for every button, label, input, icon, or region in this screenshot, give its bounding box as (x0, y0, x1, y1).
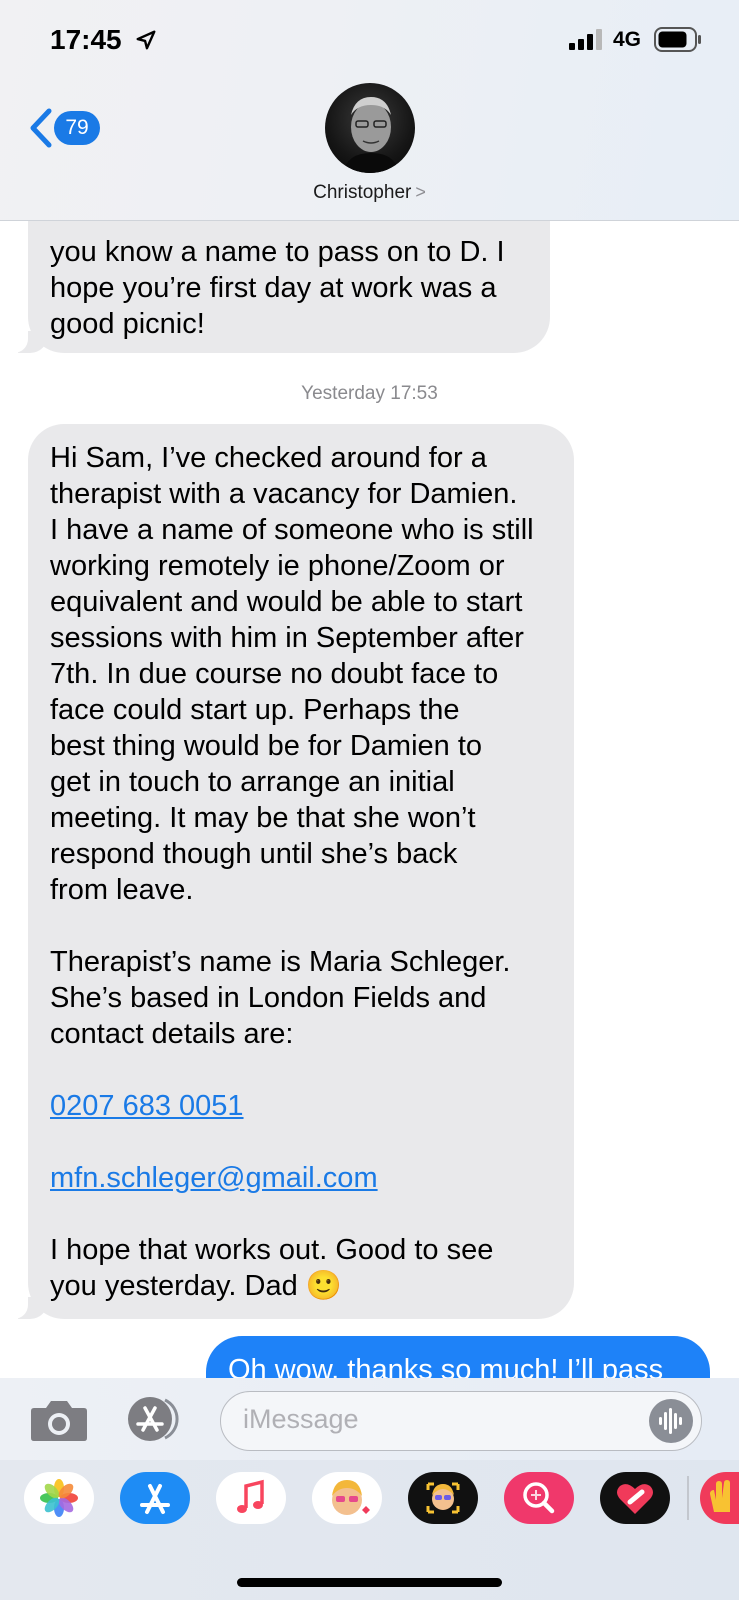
image-search-app-icon[interactable] (504, 1472, 574, 1524)
message-line: 7th. In due course no doubt face to (50, 658, 499, 690)
message-input-bar: iMessage (0, 1378, 739, 1460)
message-line: you yesterday. Dad 🙂 (50, 1270, 342, 1302)
portrait-photo (343, 97, 399, 173)
cellular-signal-icon (569, 29, 602, 50)
message-line: hope you’re first day at work was a (50, 272, 497, 304)
photos-app-icon[interactable] (24, 1472, 94, 1524)
tray-divider (687, 1476, 689, 1520)
message-line: get in touch to arrange an initial (50, 766, 455, 798)
contact-name-button[interactable]: Christopher > (0, 182, 739, 204)
message-line: from leave. (50, 874, 194, 906)
camera-icon[interactable] (30, 1398, 88, 1442)
message-input[interactable]: iMessage (220, 1391, 702, 1451)
message-line: face could start up. Perhaps the (50, 694, 460, 726)
app-store-icon[interactable] (125, 1396, 189, 1442)
app-store-app-icon[interactable] (120, 1472, 190, 1524)
battery-icon (654, 27, 701, 52)
email-link[interactable]: mfn.schleger@gmail.com (50, 1162, 378, 1194)
incoming-message-bubble[interactable]: Hi Sam, I’ve checked around for a therap… (6, 424, 574, 1319)
message-line: respond though until she’s back (50, 838, 458, 870)
location-arrow-icon (136, 30, 156, 50)
animoji-app-icon[interactable] (408, 1472, 478, 1524)
message-line: best thing would be for Damien to (50, 730, 483, 762)
bubble-tail (6, 1297, 48, 1319)
back-chevron-icon[interactable] (28, 108, 54, 148)
chevron-right-icon: > (415, 182, 426, 202)
message-line: equivalent and would be able to start (50, 586, 523, 618)
message-line: I hope that works out. Good to see (50, 1234, 494, 1266)
message-line: meeting. It may be that she won’t (50, 802, 476, 834)
message-line: I have a name of someone who is still (50, 514, 534, 546)
message-line: therapist with a vacancy for Damien. (50, 478, 518, 510)
status-time: 17:45 (50, 24, 122, 55)
message-input-placeholder: iMessage (243, 1404, 359, 1434)
message-line: you know a name to pass on to D. I (50, 236, 505, 268)
contact-name: Christopher (313, 182, 412, 203)
message-thread[interactable]: you know a name to pass on to D. I hope … (0, 0, 739, 1600)
waveform-icon (659, 1408, 682, 1434)
contact-avatar[interactable] (325, 83, 415, 173)
home-indicator[interactable] (237, 1578, 502, 1587)
memoji-app-icon[interactable] (312, 1472, 382, 1524)
audio-message-button[interactable] (649, 1399, 693, 1443)
hand-app-icon[interactable] (700, 1472, 739, 1524)
message-line: good picnic! (50, 308, 205, 340)
message-line: Hi Sam, I’ve checked around for a (50, 442, 487, 474)
message-timestamp: Yesterday 17:53 (301, 383, 438, 404)
music-app-icon[interactable] (216, 1472, 286, 1524)
digital-touch-app-icon[interactable] (600, 1472, 670, 1524)
message-line: Therapist’s name is Maria Schleger. (50, 946, 511, 978)
phone-number-link[interactable]: 0207 683 0051 (50, 1090, 244, 1122)
network-type: 4G (613, 28, 642, 51)
message-line: She’s based in London Fields and (50, 982, 487, 1014)
bubble-tail (6, 331, 48, 353)
message-line: sessions with him in September after (50, 622, 524, 654)
message-line: contact details are: (50, 1018, 294, 1050)
conversation-header: 17:45 4G 79 Christopher > (0, 0, 739, 221)
message-line: working remotely ie phone/Zoom or (50, 550, 505, 582)
unread-count-badge[interactable]: 79 (54, 111, 100, 145)
